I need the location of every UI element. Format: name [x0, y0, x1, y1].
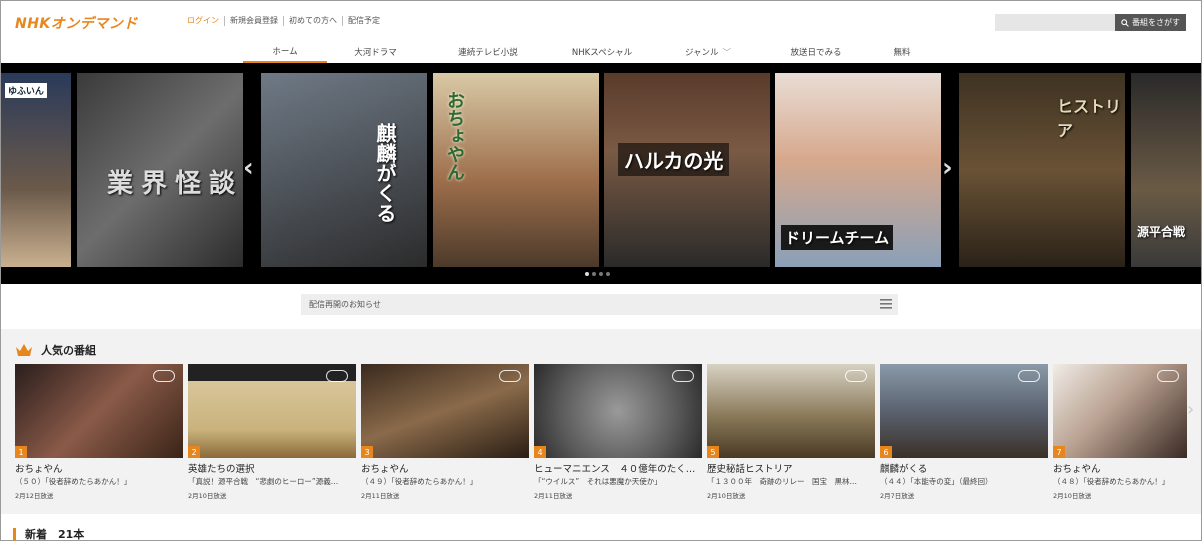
carousel-slide[interactable]: ゆふいん [1, 73, 71, 267]
login-link[interactable]: ログイン [187, 16, 224, 26]
nod-logo-icon [153, 370, 175, 382]
program-card[interactable]: 3 おちょやん （４９）「役者辞めたらあかん！」 2月11日放送 [361, 364, 529, 500]
register-link[interactable]: 新規会員登録 [224, 16, 283, 26]
carousel-slide[interactable]: 麒麟がくる [261, 73, 427, 267]
program-title[interactable]: おちょやん [361, 461, 529, 475]
program-subtitle: （４４）「本能寺の変」（最終回） [880, 477, 993, 486]
rank-badge: 3 [361, 446, 373, 458]
nod-logo-icon [845, 370, 867, 382]
program-card[interactable]: 5 歴史秘話ヒストリア 「１３００年 奇跡のリレー 国宝 黒林… 2月10日放送 [707, 364, 875, 500]
nav-by-date[interactable]: 放送日でみる [764, 41, 868, 63]
notice-text: 配信再開のお知らせ [309, 300, 381, 309]
search-button-label: 番組をさがす [1132, 18, 1180, 27]
rank-badge: 7 [1053, 446, 1065, 458]
nav-nhk-special[interactable]: NHKスペシャル [552, 41, 652, 63]
program-subtitle: （４９）「役者辞めたらあかん！」 [361, 477, 478, 486]
popular-heading: 人気の番組 [15, 342, 96, 358]
program-card[interactable]: 7 おちょやん （４８）「役者辞めたらあかん！」 2月10日放送 [1053, 364, 1187, 500]
nod-logo-icon [1157, 370, 1179, 382]
program-title[interactable]: 麒麟がくる [880, 461, 1048, 475]
rank-badge: 2 [188, 446, 200, 458]
program-thumbnail[interactable]: 5 [707, 364, 875, 458]
program-title[interactable]: ヒューマニエンス ４０億年のたく… [534, 461, 702, 475]
nav-taiga-drama[interactable]: 大河ドラマ [327, 41, 424, 63]
rank-badge: 5 [707, 446, 719, 458]
program-date: 2月11日放送 [361, 492, 400, 500]
nod-logo-icon [326, 370, 348, 382]
program-date: 2月10日放送 [707, 492, 746, 500]
program-thumbnail[interactable]: 7 [1053, 364, 1187, 458]
nav-genre[interactable]: ジャンル ﹀ [652, 41, 764, 63]
carousel-slide[interactable]: ヒストリア [959, 73, 1125, 267]
popular-section: 人気の番組 1 おちょやん （５０）「役者辞めたらあかん！」 2月12日放送 2… [1, 329, 1201, 514]
crown-icon [16, 344, 32, 356]
rank-badge: 4 [534, 446, 546, 458]
search-button[interactable]: 番組をさがす [1115, 14, 1186, 31]
program-date: 2月10日放送 [188, 492, 227, 500]
nav-free[interactable]: 無料 [868, 41, 936, 63]
header-links: ログイン 新規会員登録 初めての方へ 配信予定 [187, 16, 385, 26]
carousel-prev-button[interactable]: ‹ [243, 153, 254, 183]
program-title[interactable]: おちょやん [1053, 461, 1187, 475]
program-card[interactable]: 2 英雄たちの選択 「真説！源平合戦 “悲劇のヒーロー”源義… 2月10日放送 [188, 364, 356, 500]
program-thumbnail[interactable]: 6 [880, 364, 1048, 458]
chevron-down-icon: ﹀ [722, 48, 732, 58]
header: NHKオンデマンド ログイン 新規会員登録 初めての方へ 配信予定 番組をさがす [1, 1, 1201, 41]
program-thumbnail[interactable]: 1 [15, 364, 183, 458]
program-card[interactable]: 6 麒麟がくる （４４）「本能寺の変」（最終回） 2月7日放送 [880, 364, 1048, 500]
featured-carousel: ゆふいん 業界怪談 麒麟がくる おちょやん ハルカの光 ドリームチーム ヒストリ… [1, 63, 1201, 284]
carousel-slide[interactable]: ドリームチーム [775, 73, 941, 267]
popular-title: 人気の番組 [41, 344, 96, 357]
program-thumbnail[interactable]: 3 [361, 364, 529, 458]
program-card[interactable]: 4 ヒューマニエンス ４０億年のたく… 「“ウイルス” それは悪魔か天使か」 2… [534, 364, 702, 500]
rank-badge: 6 [880, 446, 892, 458]
nav-asadora[interactable]: 連続テレビ小説 [424, 41, 552, 63]
carousel-dot[interactable] [585, 272, 589, 276]
program-thumbnail[interactable]: 2 [188, 364, 356, 458]
carousel-slide[interactable]: 源平合戦 [1131, 73, 1201, 267]
schedule-link[interactable]: 配信予定 [342, 16, 385, 26]
carousel-dot[interactable] [599, 272, 603, 276]
carousel-slide[interactable]: 業界怪談 [77, 73, 243, 267]
search-icon [1121, 18, 1129, 27]
program-date: 2月7日放送 [880, 492, 915, 500]
notice-bar[interactable]: 配信再開のお知らせ [301, 294, 898, 315]
new-section-heading: 新着 21本 [13, 528, 84, 541]
program-date: 2月11日放送 [534, 492, 573, 500]
search-input[interactable] [995, 14, 1115, 31]
program-subtitle: 「１３００年 奇跡のリレー 国宝 黒林… [707, 477, 857, 486]
list-icon[interactable] [880, 299, 892, 309]
main-nav: ホーム 大河ドラマ 連続テレビ小説 NHKスペシャル ジャンル ﹀ 放送日でみる… [243, 41, 936, 63]
nhk-ondemand-logo[interactable]: NHKオンデマンド [15, 13, 138, 33]
nod-logo-icon [672, 370, 694, 382]
program-title[interactable]: おちょやん [15, 461, 183, 475]
program-thumbnail[interactable]: 4 [534, 364, 702, 458]
nod-logo-icon [499, 370, 521, 382]
nav-genre-label: ジャンル [684, 48, 719, 58]
carousel-pagination [585, 272, 610, 276]
first-time-link[interactable]: 初めての方へ [283, 16, 342, 26]
program-card[interactable]: 1 おちょやん （５０）「役者辞めたらあかん！」 2月12日放送 [15, 364, 183, 500]
program-subtitle: （５０）「役者辞めたらあかん！」 [15, 477, 132, 486]
program-subtitle: 「真説！源平合戦 “悲劇のヒーロー”源義… [188, 477, 339, 486]
program-title[interactable]: 歴史秘話ヒストリア [707, 461, 875, 475]
carousel-dot[interactable] [592, 272, 596, 276]
carousel-dot[interactable] [606, 272, 610, 276]
carousel-slide[interactable]: おちょやん [433, 73, 599, 267]
carousel-slide[interactable]: ハルカの光 [604, 73, 770, 267]
program-title[interactable]: 英雄たちの選択 [188, 461, 356, 475]
program-date: 2月10日放送 [1053, 492, 1092, 500]
program-subtitle: 「“ウイルス” それは悪魔か天使か」 [534, 477, 662, 486]
rank-badge: 1 [15, 446, 27, 458]
carousel-next-button[interactable]: › [942, 153, 953, 183]
nav-home[interactable]: ホーム [243, 41, 327, 63]
nod-logo-icon [1018, 370, 1040, 382]
program-subtitle: （４８）「役者辞めたらあかん！」 [1053, 477, 1170, 486]
program-date: 2月12日放送 [15, 492, 54, 500]
popular-next-button[interactable]: › [1187, 399, 1194, 420]
